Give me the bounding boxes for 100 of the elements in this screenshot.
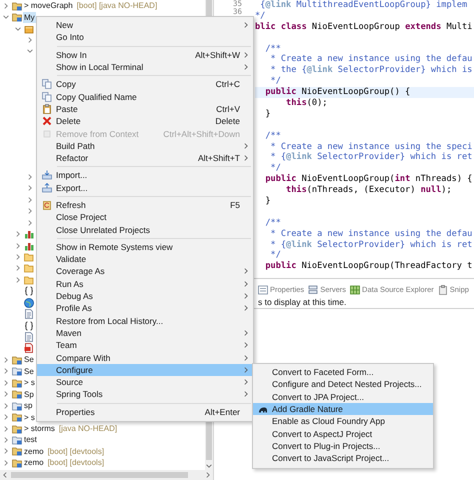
chevron-right-icon[interactable] <box>14 264 22 272</box>
menu-item[interactable]: Refresh F5 <box>37 198 253 212</box>
refresh-icon <box>42 200 52 210</box>
menu-item[interactable]: Coverage As <box>37 265 253 278</box>
menu-item[interactable]: Show In Alt+Shift+W <box>37 48 253 61</box>
tree-item[interactable]: > storms <box>23 423 56 434</box>
chevron-right-icon[interactable] <box>26 184 34 192</box>
tree-item[interactable]: Se <box>23 366 35 377</box>
menu-item[interactable]: Close Project <box>37 211 253 224</box>
clipboard-icon <box>438 284 448 294</box>
menu-item[interactable]: Delete Delete <box>37 115 253 128</box>
chevron-right-icon[interactable] <box>2 436 10 444</box>
menu-item[interactable]: Build Path <box>37 140 253 152</box>
tree-item[interactable]: zemo <box>23 446 45 457</box>
chevron-right-icon[interactable] <box>26 207 34 216</box>
menu-item[interactable]: Run As <box>37 278 253 290</box>
chevron-right-icon[interactable] <box>204 471 212 479</box>
menu-item[interactable]: Spring Tools <box>37 388 253 401</box>
chevron-down-icon[interactable] <box>2 13 10 22</box>
menu-item[interactable]: Profile As <box>37 302 253 315</box>
folder-icon <box>24 263 34 274</box>
file-icon <box>24 332 34 342</box>
code-line: */ <box>255 10 266 22</box>
menu-item[interactable]: Convert to AspectJ Project <box>253 427 433 440</box>
tree-item[interactable]: > moveGraph <box>23 0 74 12</box>
menu-item[interactable]: Refactor Alt+Shift+T <box>37 152 253 164</box>
code-line: * Create a new instance using the defau <box>270 54 474 65</box>
menu-item[interactable]: Copy Ctrl+C <box>37 78 253 90</box>
menu-item[interactable]: Add Gradle Nature <box>253 402 433 416</box>
chevron-right-icon[interactable] <box>2 378 10 387</box>
menu-item[interactable]: Close Unrelated Projects <box>37 223 253 236</box>
tree-item[interactable]: zemo <box>23 457 45 468</box>
chevron-right-icon[interactable] <box>2 413 10 422</box>
remove-icon <box>42 128 52 139</box>
tree-item[interactable]: > s <box>23 412 36 423</box>
menu-item[interactable]: Export... <box>37 182 253 194</box>
tree-item[interactable]: > s <box>23 377 36 388</box>
menu-item[interactable]: Team <box>37 339 253 352</box>
chevron-right-icon[interactable] <box>2 367 10 376</box>
menu-item[interactable]: Properties Alt+Enter <box>37 406 253 418</box>
menu-item[interactable]: New <box>37 19 253 32</box>
menu-item[interactable]: Copy Qualified Name <box>37 90 253 103</box>
menu-item[interactable]: Paste Ctrl+V <box>37 102 253 116</box>
menu-item[interactable]: Validate <box>37 253 253 266</box>
chevron-right-icon[interactable] <box>2 424 10 433</box>
menu-item[interactable]: Compare With <box>37 351 253 364</box>
menu-item[interactable]: Convert to Faceted Form... <box>253 366 433 378</box>
menu-item[interactable]: Enable as Cloud Foundry App <box>253 415 433 428</box>
menu-item[interactable]: Configure <box>37 364 253 376</box>
chevron-down-icon[interactable] <box>26 47 34 56</box>
code-line: this(0); <box>285 98 328 109</box>
chevron-right-icon[interactable] <box>14 252 22 261</box>
menu-item[interactable]: Import... <box>37 169 253 182</box>
tray-arrow-icon <box>42 170 52 180</box>
project-folder-icon <box>12 0 22 11</box>
tree-item[interactable]: sp <box>23 400 34 412</box>
tree-item[interactable]: test <box>23 434 38 446</box>
tree-item[interactable]: Sp <box>23 388 35 400</box>
tree-item[interactable]: Se <box>23 354 35 366</box>
chevron-right-icon[interactable] <box>26 172 34 181</box>
menu-item[interactable]: Convert to JPA Project... <box>253 390 433 403</box>
chevron-left-icon[interactable] <box>1 471 9 479</box>
menu-item[interactable]: Convert to JavaScript Project... <box>253 452 433 464</box>
chevron-down-icon[interactable] <box>205 462 213 470</box>
copy-icon <box>42 79 52 90</box>
chevron-right-icon[interactable] <box>2 390 10 398</box>
menu-item[interactable]: Maven <box>37 326 253 340</box>
menu-item[interactable]: Show in Remote Systems view <box>37 240 253 254</box>
code-line: */ <box>270 163 282 174</box>
chevron-right-icon[interactable] <box>26 196 34 204</box>
chevron-right-icon[interactable] <box>14 242 22 250</box>
grid-icon <box>350 284 360 294</box>
chevron-right-icon[interactable] <box>2 458 10 467</box>
project-folder-icon <box>12 412 22 422</box>
chevron-right-icon[interactable] <box>2 356 10 364</box>
chevron-right-icon[interactable] <box>26 218 34 227</box>
delete-icon <box>42 116 52 126</box>
server-icon <box>308 284 318 294</box>
menu-item[interactable]: Restore from Local History... <box>37 314 253 327</box>
chevron-right-icon[interactable] <box>14 230 22 238</box>
chevron-down-icon[interactable] <box>14 24 22 33</box>
chevron-right-icon[interactable] <box>2 2 10 10</box>
chevron-right-icon[interactable] <box>2 402 10 410</box>
menu-item[interactable]: Show in Local Terminal <box>37 60 253 74</box>
horizontal-scrollbar[interactable] <box>0 470 213 480</box>
tree-item[interactable]: My <box>23 12 36 23</box>
menu-item[interactable]: Configure and Detect Nested Projects... <box>253 378 433 391</box>
code-line: } <box>264 196 272 207</box>
code-line: {@link MultithreadEventLoopGroup} implem <box>259 0 468 11</box>
project-folder-icon <box>12 389 22 400</box>
menu-item[interactable]: Go Into <box>37 31 253 44</box>
menu-item[interactable]: Convert to Plug-in Projects... <box>253 440 433 452</box>
project-folder-icon <box>12 434 22 445</box>
code-line: /** <box>264 130 282 142</box>
chevron-right-icon[interactable] <box>2 447 10 456</box>
menu-item[interactable]: Source <box>37 376 253 388</box>
braces-icon <box>24 286 34 296</box>
chevron-right-icon[interactable] <box>26 36 34 44</box>
menu-item[interactable]: Debug As <box>37 290 253 302</box>
chevron-right-icon[interactable] <box>14 276 22 284</box>
